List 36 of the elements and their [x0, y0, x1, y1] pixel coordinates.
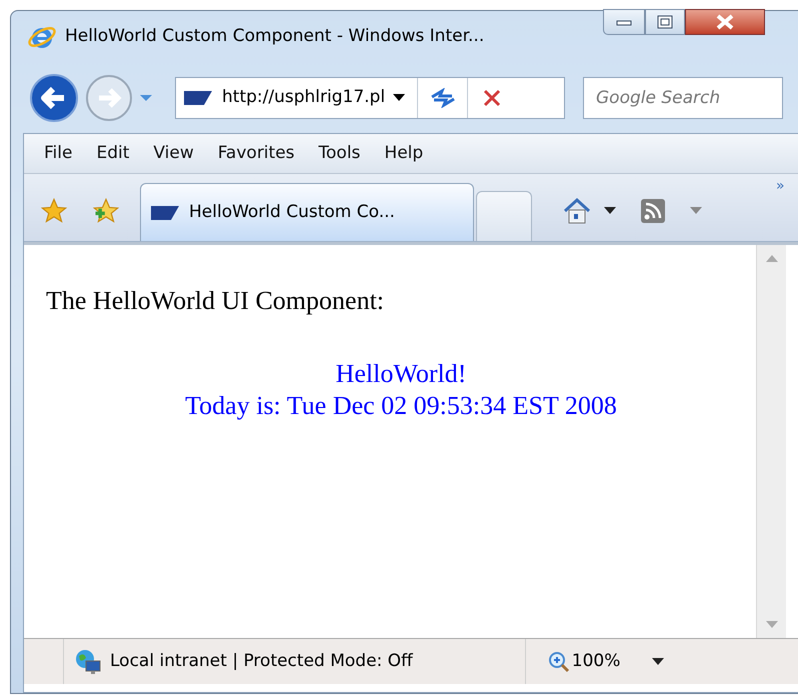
address-text: http://usphlrig17.pl — [222, 86, 386, 110]
dropdown-arrow-icon[interactable] — [604, 207, 616, 215]
forward-button[interactable] — [85, 74, 133, 122]
menu-item[interactable]: Help — [384, 140, 424, 166]
minimize-button[interactable] — [603, 9, 645, 35]
dropdown-arrow-icon[interactable] — [393, 94, 406, 102]
add-favorite-icon[interactable] — [92, 197, 120, 225]
status-text: Local intranet | Protected Mode: Off — [110, 650, 413, 673]
message-text: HelloWorld! — [336, 358, 466, 390]
zoom-level[interactable]: 100% — [572, 648, 620, 674]
menu-item[interactable]: Edit — [96, 140, 130, 166]
maximize-icon — [657, 15, 673, 29]
home-icon[interactable] — [562, 197, 592, 225]
intranet-globe-icon — [74, 648, 102, 676]
message-text: Today is: Tue Dec 02 09:53:34 EST 2008 — [185, 390, 617, 422]
dropdown-arrow-icon[interactable] — [652, 658, 664, 666]
page-heading: The HelloWorld UI Component: — [46, 285, 386, 317]
close-button[interactable] — [685, 9, 765, 35]
maximize-button[interactable] — [645, 9, 685, 35]
refresh-icon[interactable] — [430, 88, 456, 108]
address-bar[interactable]: http://usphlrig17.pl — [175, 77, 565, 119]
menu-item[interactable]: Tools — [318, 140, 360, 166]
menu-item[interactable]: Favorites — [218, 140, 295, 166]
minimize-icon — [616, 18, 632, 26]
back-button[interactable] — [29, 73, 79, 123]
menu-item[interactable]: File — [44, 140, 72, 166]
stop-icon[interactable] — [482, 89, 501, 107]
window-title: HelloWorld Custom Component - Windows Inter... — [65, 25, 484, 48]
menu-item[interactable]: View — [153, 140, 194, 166]
search-field[interactable]: Google Search — [583, 77, 783, 119]
favorites-star-icon[interactable] — [40, 197, 68, 225]
browser-tab[interactable]: HelloWorld Custom Co... — [140, 183, 474, 241]
zoom-icon[interactable] — [548, 650, 570, 672]
close-icon — [715, 14, 735, 30]
feed-icon[interactable] — [640, 198, 666, 224]
more-tools-chevron[interactable]: » — [776, 176, 785, 197]
